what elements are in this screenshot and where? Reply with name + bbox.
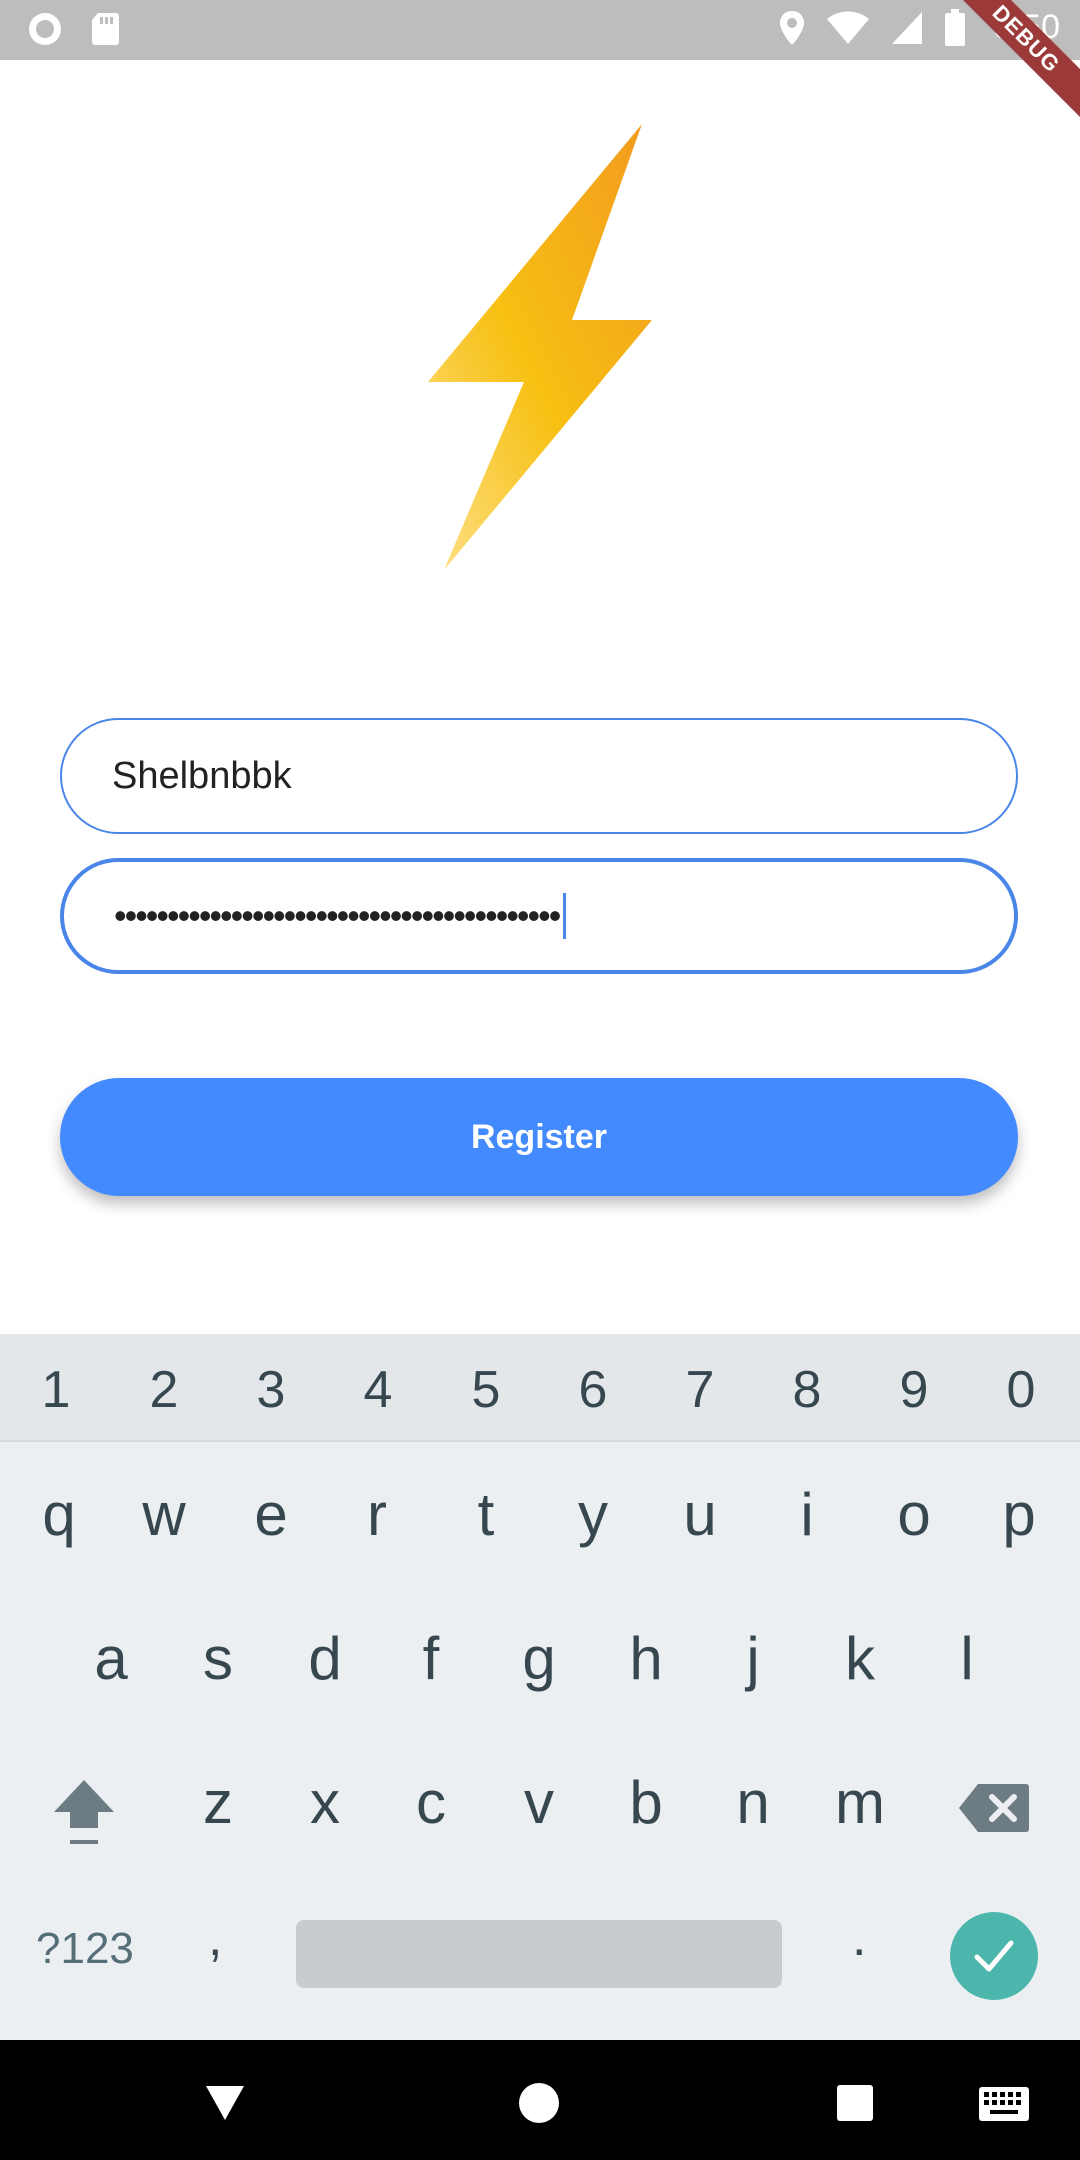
key-i[interactable]: i xyxy=(762,1480,852,1549)
comma-key[interactable]: , xyxy=(208,1908,222,1968)
location-icon xyxy=(779,10,804,45)
soft-keyboard: 1 2 3 4 5 6 7 8 9 0 q w e r t y u i o p … xyxy=(0,1334,1080,2040)
key-k[interactable]: k xyxy=(815,1624,905,1693)
username-field[interactable]: Shelbnbbk xyxy=(60,718,1018,834)
key-a[interactable]: a xyxy=(66,1624,156,1693)
key-b[interactable]: b xyxy=(601,1768,691,1837)
key-0[interactable]: 0 xyxy=(981,1360,1061,1420)
signal-icon xyxy=(891,11,922,44)
key-e[interactable]: e xyxy=(226,1480,316,1549)
key-u[interactable]: u xyxy=(655,1480,745,1549)
key-w[interactable]: w xyxy=(119,1480,209,1549)
circle-notification-icon xyxy=(29,13,61,45)
recents-icon[interactable] xyxy=(836,2084,874,2122)
key-f[interactable]: f xyxy=(386,1624,476,1693)
back-icon[interactable] xyxy=(204,2084,246,2122)
period-key[interactable]: . xyxy=(852,1908,866,1968)
sd-card-icon xyxy=(92,13,119,45)
key-9[interactable]: 9 xyxy=(874,1360,954,1420)
check-icon xyxy=(974,1940,1014,1972)
key-t[interactable]: t xyxy=(441,1480,531,1549)
key-s[interactable]: s xyxy=(173,1624,263,1693)
key-m[interactable]: m xyxy=(815,1768,905,1837)
key-2[interactable]: 2 xyxy=(124,1360,204,1420)
key-l[interactable]: l xyxy=(922,1624,1012,1693)
register-button[interactable]: Register xyxy=(60,1078,1018,1196)
key-x[interactable]: x xyxy=(280,1768,370,1837)
keyboard-switch-icon[interactable] xyxy=(978,2086,1030,2122)
shift-icon[interactable] xyxy=(44,1770,124,1850)
key-v[interactable]: v xyxy=(494,1768,584,1837)
key-r[interactable]: r xyxy=(332,1480,422,1549)
symbols-key[interactable]: ?123 xyxy=(36,1924,134,1974)
key-4[interactable]: 4 xyxy=(338,1360,418,1420)
key-c[interactable]: c xyxy=(386,1768,476,1837)
key-5[interactable]: 5 xyxy=(446,1360,526,1420)
key-q[interactable]: q xyxy=(14,1480,104,1549)
key-n[interactable]: n xyxy=(708,1768,798,1837)
enter-key[interactable] xyxy=(950,1912,1038,2000)
key-1[interactable]: 1 xyxy=(16,1360,96,1420)
key-3[interactable]: 3 xyxy=(231,1360,311,1420)
space-key[interactable] xyxy=(296,1920,782,1988)
key-g[interactable]: g xyxy=(494,1624,584,1693)
text-caret xyxy=(563,893,567,939)
username-value: Shelbnbbk xyxy=(112,754,292,797)
key-p[interactable]: p xyxy=(974,1480,1064,1549)
password-field[interactable]: ••••••••••••••••••••••••••••••••••••••••… xyxy=(60,858,1018,974)
key-6[interactable]: 6 xyxy=(553,1360,633,1420)
key-d[interactable]: d xyxy=(280,1624,370,1693)
wifi-icon xyxy=(826,11,869,44)
key-8[interactable]: 8 xyxy=(767,1360,847,1420)
battery-icon xyxy=(944,8,965,46)
key-7[interactable]: 7 xyxy=(660,1360,740,1420)
key-j[interactable]: j xyxy=(708,1624,798,1693)
key-y[interactable]: y xyxy=(548,1480,638,1549)
password-value: ••••••••••••••••••••••••••••••••••••••••… xyxy=(114,895,561,936)
navigation-bar xyxy=(0,2040,1080,2160)
key-z[interactable]: z xyxy=(173,1768,263,1837)
key-h[interactable]: h xyxy=(601,1624,691,1693)
number-row: 1 2 3 4 5 6 7 8 9 0 xyxy=(0,1334,1080,1442)
screen: 8:50 DEBUG Shelbnbbk •••••••••••••••••••… xyxy=(0,0,1080,2160)
key-o[interactable]: o xyxy=(869,1480,959,1549)
status-bar: 8:50 DEBUG xyxy=(0,0,1080,122)
lightning-bolt-icon xyxy=(428,124,652,570)
home-icon[interactable] xyxy=(518,2082,560,2124)
backspace-icon[interactable] xyxy=(958,1782,1030,1834)
